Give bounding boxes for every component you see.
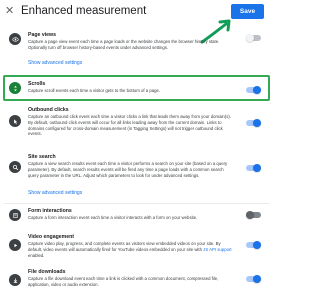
- video-engagement-desc-end: enabled.: [28, 252, 45, 258]
- site-search-description: Capture a view search results event each…: [28, 161, 228, 178]
- scroll-icon: [9, 82, 21, 94]
- outbound-clicks-toggle[interactable]: [246, 119, 261, 127]
- scrolls-section: Scrolls Capture scroll events each time …: [4, 79, 269, 99]
- search-icon: [9, 161, 21, 173]
- file-downloads-title: File downloads: [28, 269, 66, 275]
- form-icon: [9, 209, 21, 221]
- js-api-support-link[interactable]: JS API support: [203, 247, 231, 252]
- form-interactions-title: Form interactions: [28, 208, 72, 214]
- site-search-toggle[interactable]: [246, 164, 261, 172]
- outbound-clicks-section: Outbound clicks Capture an outbound clic…: [4, 105, 269, 149]
- site-search-title: Site search: [28, 154, 56, 160]
- video-engagement-title: Video engagement: [28, 234, 75, 240]
- section-divider: [4, 203, 269, 204]
- cursor-icon: [9, 115, 21, 127]
- page-views-toggle[interactable]: [246, 34, 261, 42]
- scrolls-title: Scrolls: [28, 81, 46, 87]
- close-icon[interactable]: ✕: [5, 6, 14, 17]
- file-downloads-toggle[interactable]: [246, 275, 261, 283]
- form-interactions-description: Capture a form interaction event each ti…: [28, 215, 198, 220]
- site-search-section: Site search Capture a view search result…: [4, 152, 269, 202]
- video-engagement-toggle[interactable]: [246, 241, 261, 249]
- page-views-section: Page views Capture a page view event eac…: [4, 30, 269, 75]
- page-title: Enhanced measurement: [21, 5, 147, 17]
- site-search-advanced-link[interactable]: Show advanced settings: [28, 190, 82, 196]
- download-icon: [9, 274, 21, 286]
- outbound-clicks-description: Capture an outbound click event each tim…: [28, 114, 232, 137]
- eye-icon: [9, 33, 21, 45]
- scrolls-description: Capture scroll events each time a visito…: [28, 88, 161, 93]
- video-engagement-description: Capture video play, progress, and comple…: [28, 241, 233, 258]
- page-views-description: Capture a page view event each time a pa…: [28, 39, 220, 50]
- form-interactions-section: Form interactions Capture a form interac…: [4, 206, 269, 226]
- page-views-title: Page views: [28, 32, 56, 38]
- video-engagement-desc-text: Capture video play, progress, and comple…: [28, 241, 221, 252]
- file-downloads-section: File downloads Capture a file download e…: [4, 267, 269, 297]
- page-views-advanced-link[interactable]: Show advanced settings: [28, 60, 82, 66]
- form-interactions-toggle[interactable]: [246, 211, 261, 219]
- play-icon: [9, 239, 21, 251]
- video-engagement-section: Video engagement Capture video play, pro…: [4, 232, 269, 266]
- scrolls-toggle[interactable]: [246, 86, 261, 94]
- outbound-clicks-title: Outbound clicks: [28, 107, 69, 113]
- file-downloads-description: Capture a file download event each time …: [28, 276, 219, 287]
